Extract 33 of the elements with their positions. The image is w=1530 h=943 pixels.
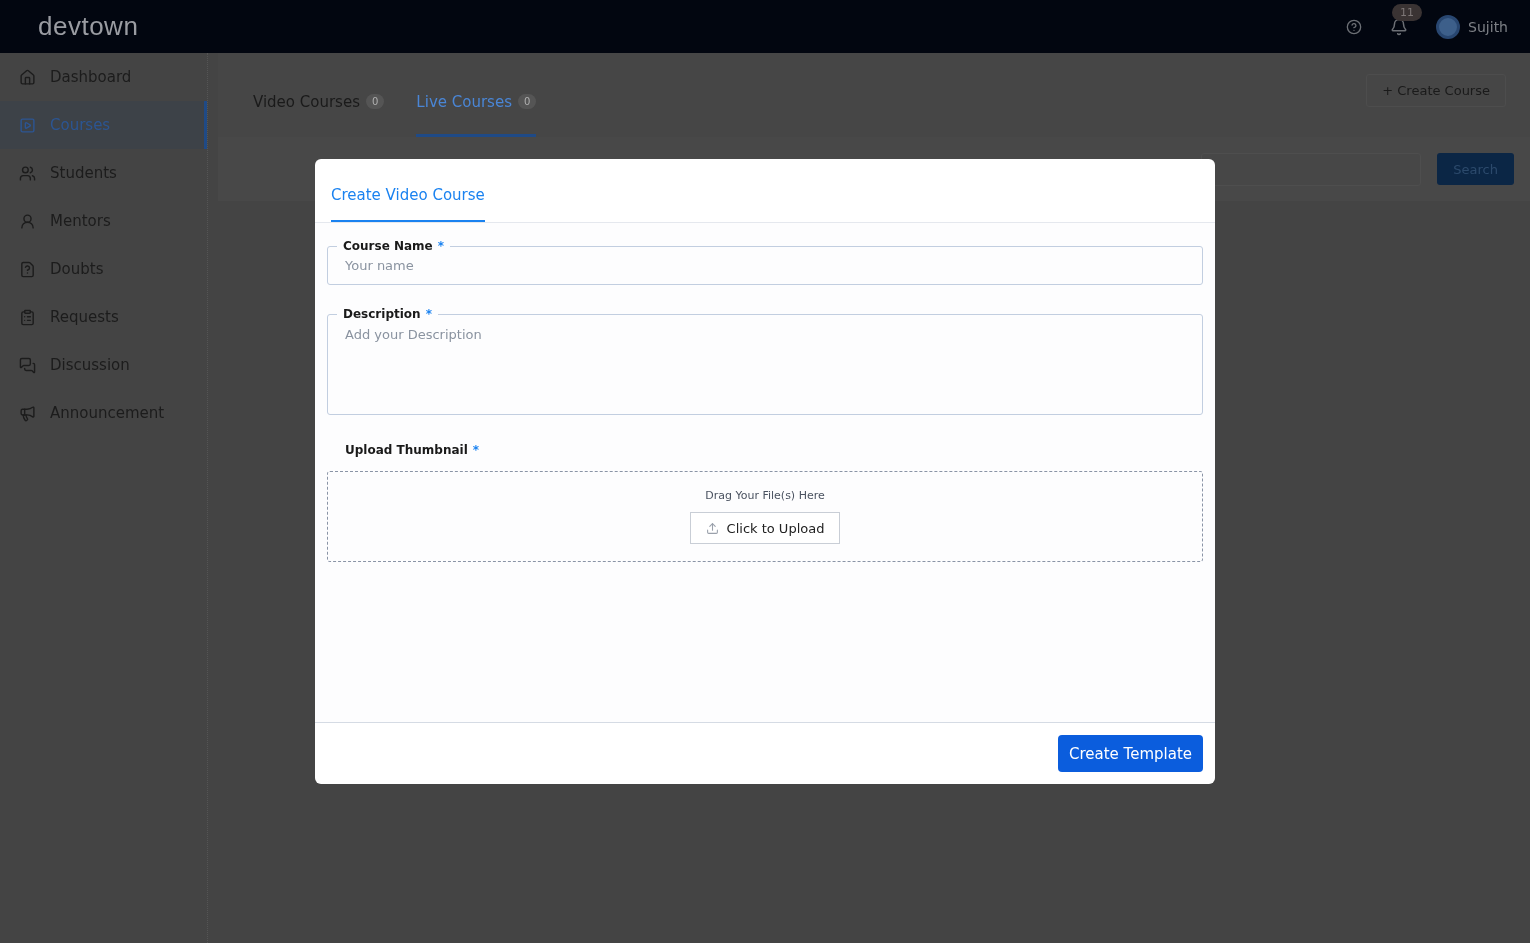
sidebar-item[interactable]: Courses [0, 101, 207, 149]
dropzone-hint: Drag Your File(s) Here [705, 489, 825, 502]
search-field[interactable] [1201, 152, 1422, 186]
play-square-icon [19, 116, 36, 134]
notification-count: 11 [1392, 3, 1423, 21]
upload-label: Upload Thumbnail [345, 443, 468, 457]
required-mark: * [472, 443, 480, 457]
field-label: Description [343, 307, 421, 321]
upload-dropzone[interactable]: Drag Your File(s) Here Click to Upload [327, 471, 1203, 562]
tab-count: 0 [366, 94, 385, 109]
person-icon [19, 212, 36, 230]
create-template-button[interactable]: Create Template [1057, 735, 1203, 772]
required-mark: * [437, 239, 445, 253]
house-icon [19, 68, 36, 86]
logo: devtown [38, 11, 139, 42]
avatar[interactable] [1436, 14, 1461, 39]
field-label: Course Name [343, 239, 433, 253]
required-mark: * [425, 307, 432, 321]
user-name[interactable]: Sujith [1468, 18, 1508, 35]
text-field[interactable]: Course Name * Your name [327, 239, 1203, 285]
input-field[interactable]: Your name [343, 257, 1187, 274]
people-icon [19, 164, 36, 182]
clipboard-icon [19, 308, 36, 326]
upload-button[interactable]: Click to Upload [689, 512, 841, 544]
description-box[interactable]: Description * Add your Description [327, 307, 1203, 415]
question-icon [19, 260, 36, 278]
notification-bell-icon[interactable] [1390, 17, 1409, 36]
megaphone-icon [19, 404, 36, 422]
upload-icon [705, 521, 719, 535]
help-icon[interactable] [1346, 18, 1363, 35]
tab-count: 0 [517, 94, 537, 109]
description-field[interactable]: Add your Description [343, 325, 1187, 405]
chat-icon [19, 356, 36, 374]
